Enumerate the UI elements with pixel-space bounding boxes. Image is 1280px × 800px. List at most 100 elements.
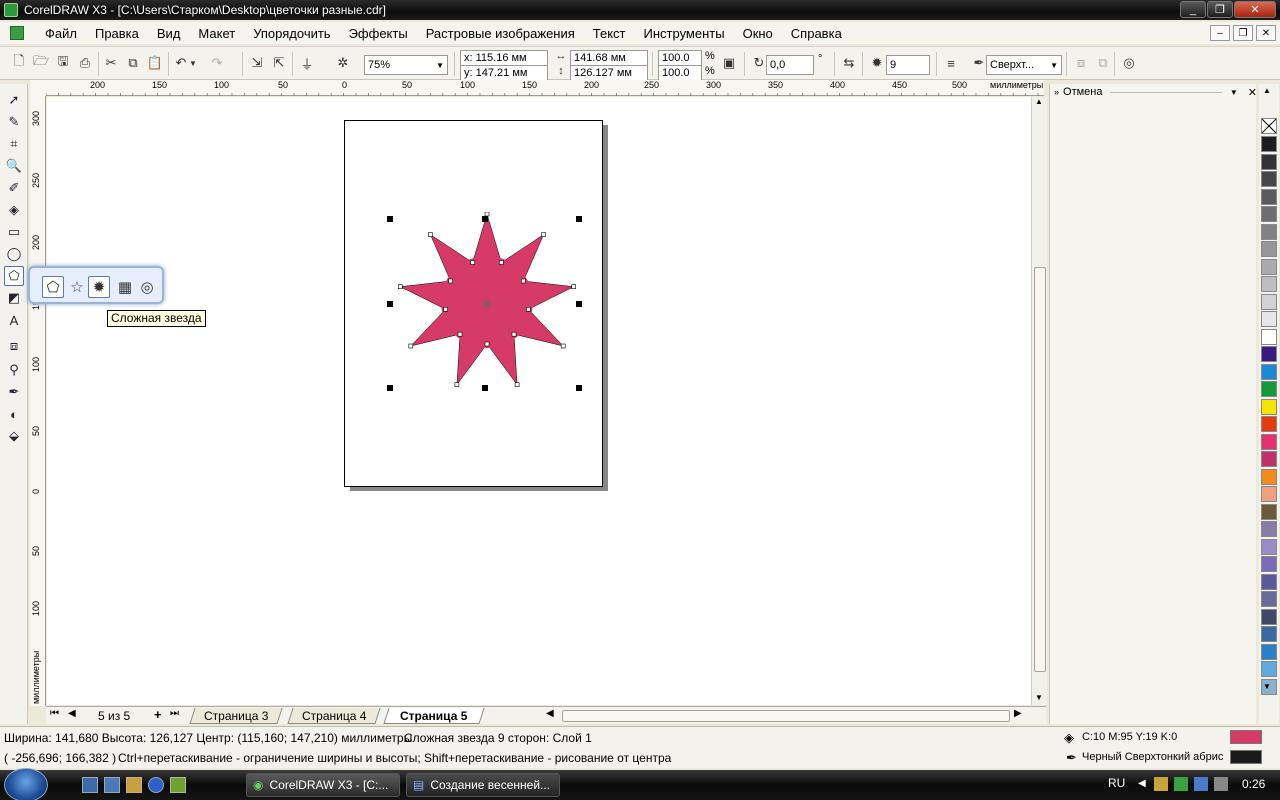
open-icon[interactable]: 🗁 <box>32 53 50 72</box>
menu-view[interactable]: Вид <box>148 26 190 41</box>
new-icon[interactable]: 🗋 <box>10 53 28 72</box>
ruler-origin[interactable] <box>30 80 46 96</box>
y-position-field[interactable]: y: 147.21 мм <box>460 65 548 81</box>
menu-arrange[interactable]: Упорядочить <box>244 26 339 41</box>
color-swatch[interactable] <box>1261 416 1277 432</box>
docker-close-icon[interactable]: ✕ <box>1248 86 1257 99</box>
task-coreldraw[interactable]: ◉ CorelDRAW X3 - [C:... <box>246 773 400 797</box>
interactive-blend-tool-icon[interactable]: ⧈ <box>4 336 24 356</box>
color-swatch[interactable] <box>1261 381 1277 397</box>
tab-page-3[interactable]: Страница 3 <box>189 708 283 724</box>
wrap-text-icon[interactable]: ⧈ <box>1072 54 1090 72</box>
scale-x-field[interactable]: 100.0 <box>658 50 702 66</box>
color-swatch[interactable] <box>1261 363 1277 380</box>
to-curve-icon[interactable]: ⧉ <box>1094 54 1112 72</box>
docker-expand-icon[interactable]: » <box>1054 87 1059 97</box>
graph-paper-icon[interactable]: ▦ <box>114 276 136 298</box>
sharpness-icon[interactable]: ≡ <box>942 54 960 72</box>
color-swatch[interactable] <box>1261 293 1277 310</box>
rotation-field[interactable]: 0,0 <box>766 55 814 75</box>
outline-width-select[interactable]: Сверхт... ▼ <box>986 55 1062 75</box>
volume-icon[interactable] <box>1214 777 1228 791</box>
prev-page-icon[interactable]: ◀ <box>68 708 76 719</box>
first-page-icon[interactable]: ⏮ <box>50 708 59 719</box>
docker-menu-icon[interactable]: ▼ <box>1230 88 1238 97</box>
color-swatch[interactable] <box>1261 573 1277 590</box>
lock-ratio-icon[interactable]: ▣ <box>720 54 738 72</box>
scale-y-field[interactable]: 100.0 <box>658 65 702 81</box>
color-swatch[interactable] <box>1261 521 1277 537</box>
import-icon[interactable]: ⇲ <box>248 54 266 72</box>
text-tool-icon[interactable]: A <box>4 310 24 330</box>
selection-handle[interactable] <box>482 216 488 222</box>
vertical-scrollbar[interactable]: ▲ ▼ <box>1031 97 1047 705</box>
basic-shapes-tool-icon[interactable]: ◩ <box>4 288 24 308</box>
pick-tool-icon[interactable]: ➚ <box>4 90 24 110</box>
selection-handle[interactable] <box>576 385 582 391</box>
show-desktop-icon[interactable] <box>82 777 98 793</box>
copy-icon[interactable]: ⧉ <box>124 54 142 72</box>
ellipse-tool-icon[interactable]: ◯ <box>4 244 24 264</box>
height-field[interactable]: 126.127 мм <box>570 65 648 81</box>
browser-icon[interactable] <box>148 777 164 793</box>
doc-minimize-button[interactable]: – <box>1210 25 1230 41</box>
palette-scroll-up-icon[interactable]: ▲ <box>1263 86 1271 95</box>
scroll-right-icon[interactable]: ▶ <box>1014 708 1022 719</box>
launcher-icon[interactable]: ⏚ <box>298 54 316 72</box>
scroll-down-icon[interactable]: ▼ <box>1035 693 1043 702</box>
palette-scroll-down-icon[interactable]: ▼ <box>1263 682 1271 691</box>
color-swatch[interactable] <box>1261 486 1277 502</box>
spiral-icon[interactable]: ◎ <box>136 276 158 298</box>
shape-tool-icon[interactable]: ✎ <box>4 112 24 132</box>
color-swatch[interactable] <box>1261 643 1277 660</box>
redo-icon[interactable]: ↷ <box>208 54 226 72</box>
selection-handle[interactable] <box>387 216 393 222</box>
menu-file[interactable]: Файл <box>36 26 86 41</box>
color-swatch[interactable] <box>1261 171 1277 187</box>
mirror-icon[interactable]: ⇆ <box>840 54 858 72</box>
fill-tool-icon[interactable]: ◐ <box>4 404 24 424</box>
color-swatch[interactable] <box>1261 153 1277 170</box>
print-icon[interactable]: ⎙ <box>76 54 94 72</box>
scroll-thumb[interactable] <box>1034 267 1046 672</box>
color-swatch[interactable] <box>1261 398 1277 415</box>
welcome-icon[interactable]: ✲ <box>334 54 352 72</box>
complex-star-icon[interactable]: ✹ <box>88 276 110 298</box>
color-swatch[interactable] <box>1261 468 1277 485</box>
menu-bitmaps[interactable]: Растровые изображения <box>417 26 584 41</box>
undo-dropdown-icon[interactable]: ▼ <box>188 54 198 72</box>
polygon-tool-icon[interactable]: ⬠ <box>4 266 24 286</box>
scroll-left-icon[interactable]: ◀ <box>546 708 554 719</box>
rectangle-tool-icon[interactable]: ▭ <box>4 222 24 242</box>
minimize-button[interactable]: _ <box>1180 1 1206 18</box>
menu-layout[interactable]: Макет <box>189 26 244 41</box>
color-swatch[interactable] <box>1261 626 1277 642</box>
switch-windows-icon[interactable] <box>104 777 120 793</box>
color-swatch[interactable] <box>1261 311 1277 327</box>
crop-tool-icon[interactable]: ⌗ <box>4 134 24 154</box>
cut-icon[interactable]: ✂ <box>102 54 120 72</box>
x-position-field[interactable]: x: 115.16 мм <box>460 50 548 66</box>
fill-color-swatch[interactable] <box>1230 730 1262 744</box>
color-swatch[interactable] <box>1261 451 1277 467</box>
tab-page-4[interactable]: Страница 4 <box>287 708 381 724</box>
close-button[interactable]: ✕ <box>1234 1 1276 18</box>
language-indicator[interactable]: RU <box>1108 776 1125 790</box>
zoom-tool-icon[interactable]: 🔍 <box>4 156 24 176</box>
color-swatch[interactable] <box>1261 608 1277 625</box>
color-swatch[interactable] <box>1261 188 1277 205</box>
save-icon[interactable]: 🖫 <box>54 53 72 72</box>
convert-outline-icon[interactable]: ◎ <box>1120 54 1138 72</box>
tray-expand-icon[interactable]: ◀ <box>1138 778 1146 789</box>
maximize-button[interactable]: ❐ <box>1207 1 1233 18</box>
horizontal-scroll-thumb[interactable] <box>562 710 1010 722</box>
add-page-icon[interactable]: + <box>154 707 162 722</box>
doc-restore-button[interactable]: ❐ <box>1233 25 1253 41</box>
freehand-tool-icon[interactable]: ✐ <box>4 178 24 198</box>
interactive-fill-tool-icon[interactable]: ⬙ <box>4 426 24 446</box>
no-color-swatch[interactable] <box>1261 118 1277 134</box>
color-swatch[interactable] <box>1261 136 1277 152</box>
paste-icon[interactable]: 📋 <box>146 54 164 72</box>
explorer-icon[interactable] <box>126 777 142 793</box>
color-swatch[interactable] <box>1261 328 1277 345</box>
